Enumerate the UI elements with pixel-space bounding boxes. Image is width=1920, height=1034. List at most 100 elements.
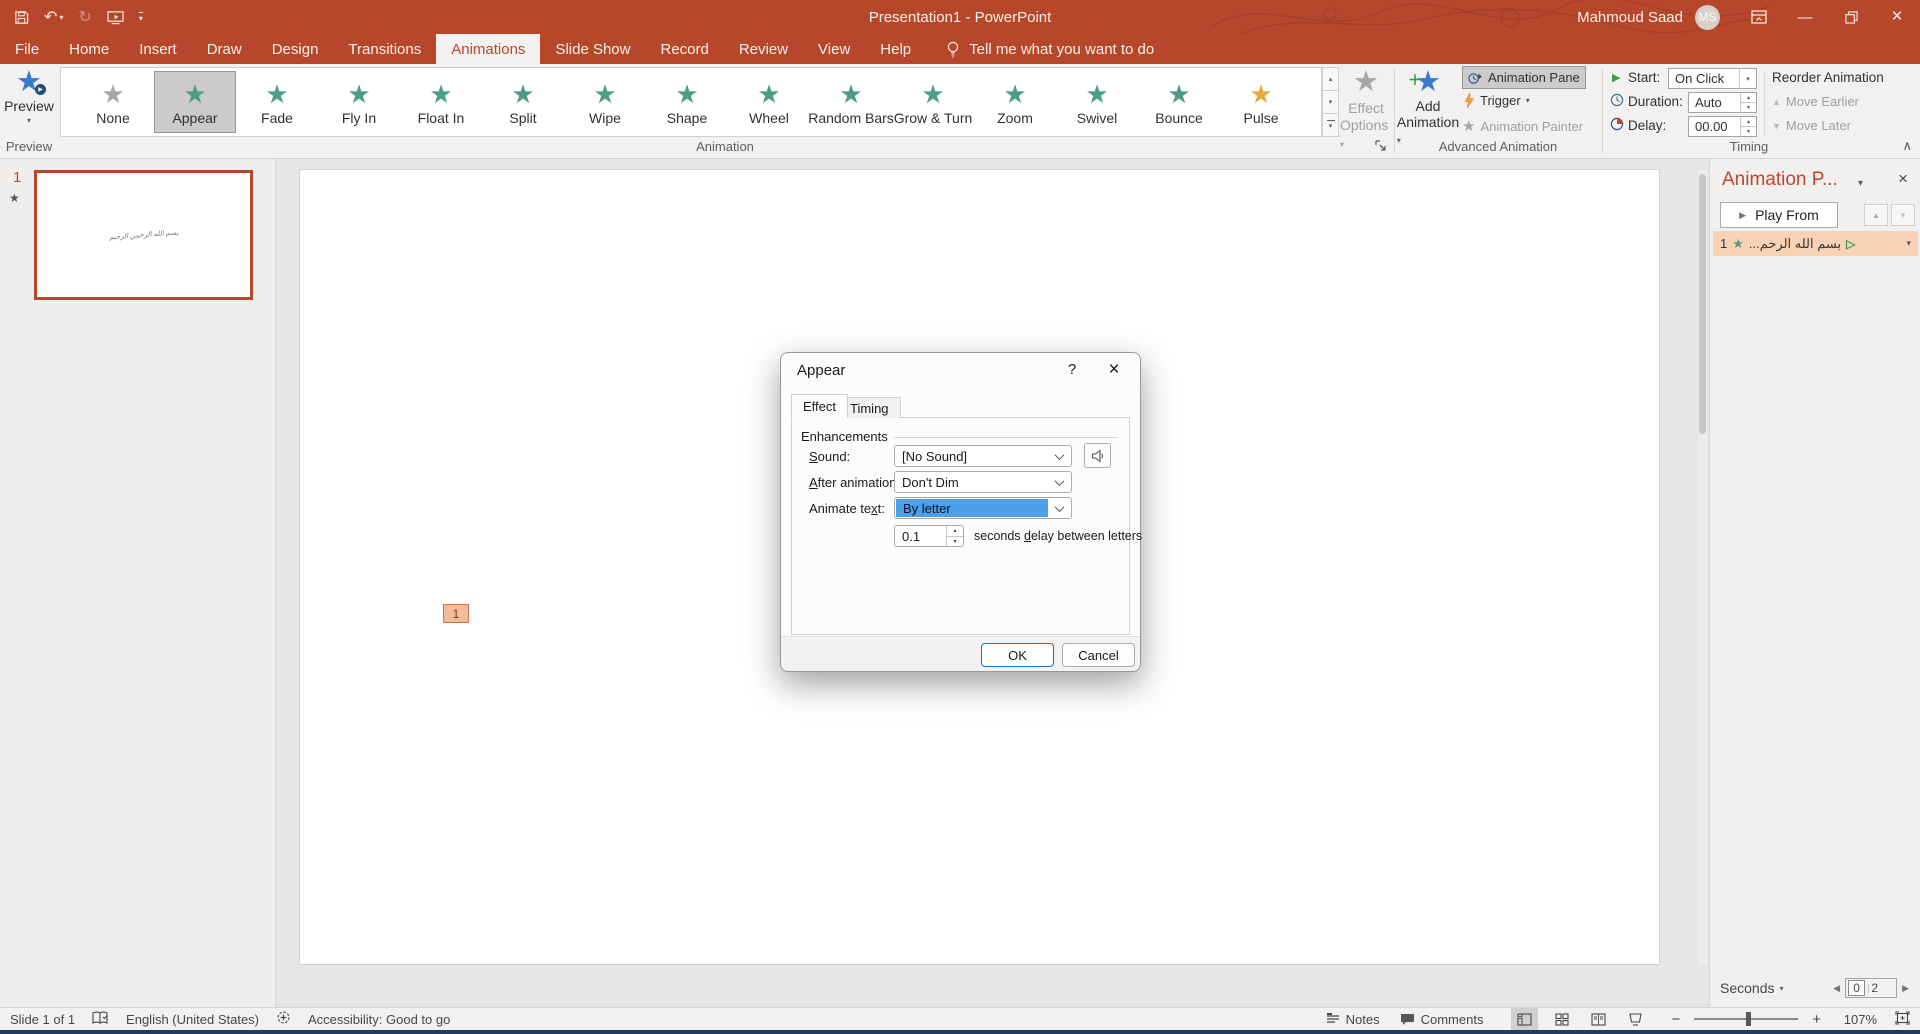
animation-dialog-launcher[interactable] (1374, 139, 1388, 153)
slide-animation-indicator-icon[interactable]: ★ (9, 191, 20, 205)
add-animation-button[interactable]: ★ ＋ Add Animation ▾ (1397, 66, 1459, 149)
zoom-in-button[interactable]: + (1812, 1011, 1821, 1028)
ribbon-display-options-button[interactable] (1736, 0, 1782, 34)
accessibility-icon[interactable] (276, 1010, 291, 1028)
save-icon[interactable] (14, 10, 29, 25)
play-from-button[interactable]: ▶ Play From (1720, 202, 1838, 228)
dialog-close-icon[interactable]: × (1102, 359, 1126, 381)
animation-pane-button[interactable]: Animation Pane (1462, 66, 1586, 89)
tab-view[interactable]: View (803, 34, 865, 64)
start-combo-caret-icon[interactable]: ▾ (1739, 69, 1756, 88)
restore-button[interactable] (1828, 0, 1874, 34)
sound-volume-button[interactable] (1084, 443, 1111, 468)
user-avatar[interactable]: MS (1695, 4, 1720, 30)
slide-thumbnail[interactable]: بسم الله الرحمن الرحيم (34, 170, 253, 300)
zoom-slider-thumb[interactable] (1746, 1012, 1752, 1026)
gallery-item-wipe[interactable]: ★ Wipe (564, 71, 646, 133)
tab-record[interactable]: Record (645, 34, 723, 64)
gallery-item-fade[interactable]: ★ Fade (236, 71, 318, 133)
start-slideshow-button[interactable] (107, 10, 124, 25)
tab-animations[interactable]: Animations (436, 34, 541, 64)
animation-list-item[interactable]: 1 ★ ...بسم الله الرحم ▷ ▾ (1713, 231, 1918, 256)
preview-button[interactable]: ★ ▶ Preview ▾ (0, 66, 58, 125)
gallery-item-pulse[interactable]: ★ Pulse (1220, 71, 1302, 133)
tab-slide-show[interactable]: Slide Show (540, 34, 645, 64)
slide-info[interactable]: Slide 1 of 1 (10, 1012, 75, 1027)
dialog-help-button[interactable]: ? (1060, 361, 1084, 378)
gallery-item-wheel[interactable]: ★ Wheel (728, 71, 810, 133)
trigger-button[interactable]: Trigger ▾ (1464, 93, 1530, 108)
accessibility-status[interactable]: Accessibility: Good to go (308, 1012, 450, 1027)
gallery-item-zoom[interactable]: ★ Zoom (974, 71, 1056, 133)
zoom-out-button[interactable]: − (1671, 1011, 1680, 1028)
timeline-zoom-box[interactable]: 0 | 2 (1845, 978, 1898, 998)
notes-button[interactable]: Notes (1326, 1012, 1380, 1027)
animation-number-tag[interactable]: 1 (443, 604, 469, 623)
collapse-ribbon-button[interactable]: ∧ (1902, 138, 1912, 154)
normal-view-button[interactable] (1511, 1008, 1539, 1030)
dialog-tab-effect[interactable]: Effect (791, 394, 849, 418)
tell-me-search[interactable]: Tell me what you want to do (946, 34, 1154, 64)
customize-qat-button[interactable]: ▾ (138, 11, 143, 23)
after-animation-combobox[interactable]: Don't Dim (894, 471, 1072, 493)
duration-up-icon[interactable]: ▴ (1741, 93, 1756, 103)
start-combobox[interactable]: On Click ▾ (1668, 68, 1757, 89)
language-status[interactable]: English (United States) (126, 1012, 259, 1027)
duration-spinner[interactable]: Auto ▴ ▾ (1688, 92, 1757, 113)
proofing-icon[interactable] (92, 1011, 109, 1028)
user-name[interactable]: Mahmoud Saad (1577, 9, 1683, 26)
pane-close-icon[interactable]: × (1898, 169, 1908, 189)
gallery-expand-button[interactable]: ▾ (1322, 114, 1339, 137)
tab-insert[interactable]: Insert (124, 34, 192, 64)
tab-design[interactable]: Design (257, 34, 334, 64)
canvas-scrollbar-thumb[interactable] (1699, 174, 1706, 434)
gallery-item-float-in[interactable]: ★ Float In (400, 71, 482, 133)
tab-review[interactable]: Review (724, 34, 803, 64)
item-caret-icon[interactable]: ▾ (1906, 238, 1911, 249)
gallery-item-swivel[interactable]: ★ Swivel (1056, 71, 1138, 133)
gallery-item-fly-in[interactable]: ★ Fly In (318, 71, 400, 133)
minimize-button[interactable]: — (1782, 0, 1828, 34)
comments-button[interactable]: Comments (1400, 1012, 1483, 1027)
delay-down-icon[interactable]: ▾ (1741, 127, 1756, 136)
zoom-level[interactable]: 107% (1839, 1012, 1877, 1027)
zoom-slider[interactable] (1694, 1012, 1799, 1026)
sound-combo-chevron-icon[interactable] (1048, 446, 1071, 466)
tab-transitions[interactable]: Transitions (333, 34, 436, 64)
duration-down-icon[interactable]: ▾ (1741, 103, 1756, 112)
ok-button[interactable]: OK (981, 643, 1054, 667)
fit-slide-button[interactable] (1895, 1010, 1910, 1028)
timeline-zoom-out-icon[interactable]: ◀ (1828, 983, 1845, 994)
cancel-button[interactable]: Cancel (1062, 643, 1135, 667)
tab-draw[interactable]: Draw (192, 34, 257, 64)
undo-button[interactable]: ↶ ▾ (44, 7, 63, 27)
tab-home[interactable]: Home (54, 34, 124, 64)
gallery-item-split[interactable]: ★ Split (482, 71, 564, 133)
gallery-scroll-down-button[interactable]: ▾ (1322, 91, 1339, 114)
animate-text-combobox[interactable]: By letter (894, 497, 1072, 519)
gallery-item-shape[interactable]: ★ Shape (646, 71, 728, 133)
tab-help[interactable]: Help (865, 34, 926, 64)
slide-sorter-view-button[interactable] (1548, 1008, 1575, 1030)
pane-menu-caret-icon[interactable]: ▾ (1858, 178, 1863, 189)
slide-show-view-button[interactable] (1622, 1008, 1649, 1030)
gallery-item-bounce[interactable]: ★ Bounce (1138, 71, 1220, 133)
seconds-caret-icon[interactable]: ▾ (1779, 984, 1783, 993)
animate-combo-chevron-icon[interactable] (1048, 498, 1071, 518)
delay-spinner[interactable]: 00.00 ▴ ▾ (1688, 116, 1757, 137)
after-combo-chevron-icon[interactable] (1048, 472, 1071, 492)
delay-up-icon[interactable]: ▴ (1741, 117, 1756, 127)
letter-delay-spinner[interactable]: 0.1 ▴ ▾ (894, 525, 964, 547)
gallery-scroll-up-button[interactable]: ▴ (1322, 67, 1339, 91)
gallery-item-grow-turn[interactable]: ★ Grow & Turn (892, 71, 974, 133)
reading-view-button[interactable] (1585, 1008, 1612, 1030)
gallery-item-random-bars[interactable]: ★ Random Bars (808, 71, 894, 133)
tab-file[interactable]: File (0, 34, 54, 64)
delay-spin-down-icon[interactable]: ▾ (947, 537, 963, 547)
close-button[interactable]: × (1874, 0, 1920, 34)
gallery-item-appear[interactable]: ★ Appear (154, 71, 236, 133)
seconds-dropdown[interactable]: Seconds (1720, 980, 1774, 996)
timeline-zoom-in-icon[interactable]: ▶ (1897, 983, 1914, 994)
delay-spin-up-icon[interactable]: ▴ (947, 526, 963, 537)
gallery-item-none[interactable]: ★ None (72, 71, 154, 133)
